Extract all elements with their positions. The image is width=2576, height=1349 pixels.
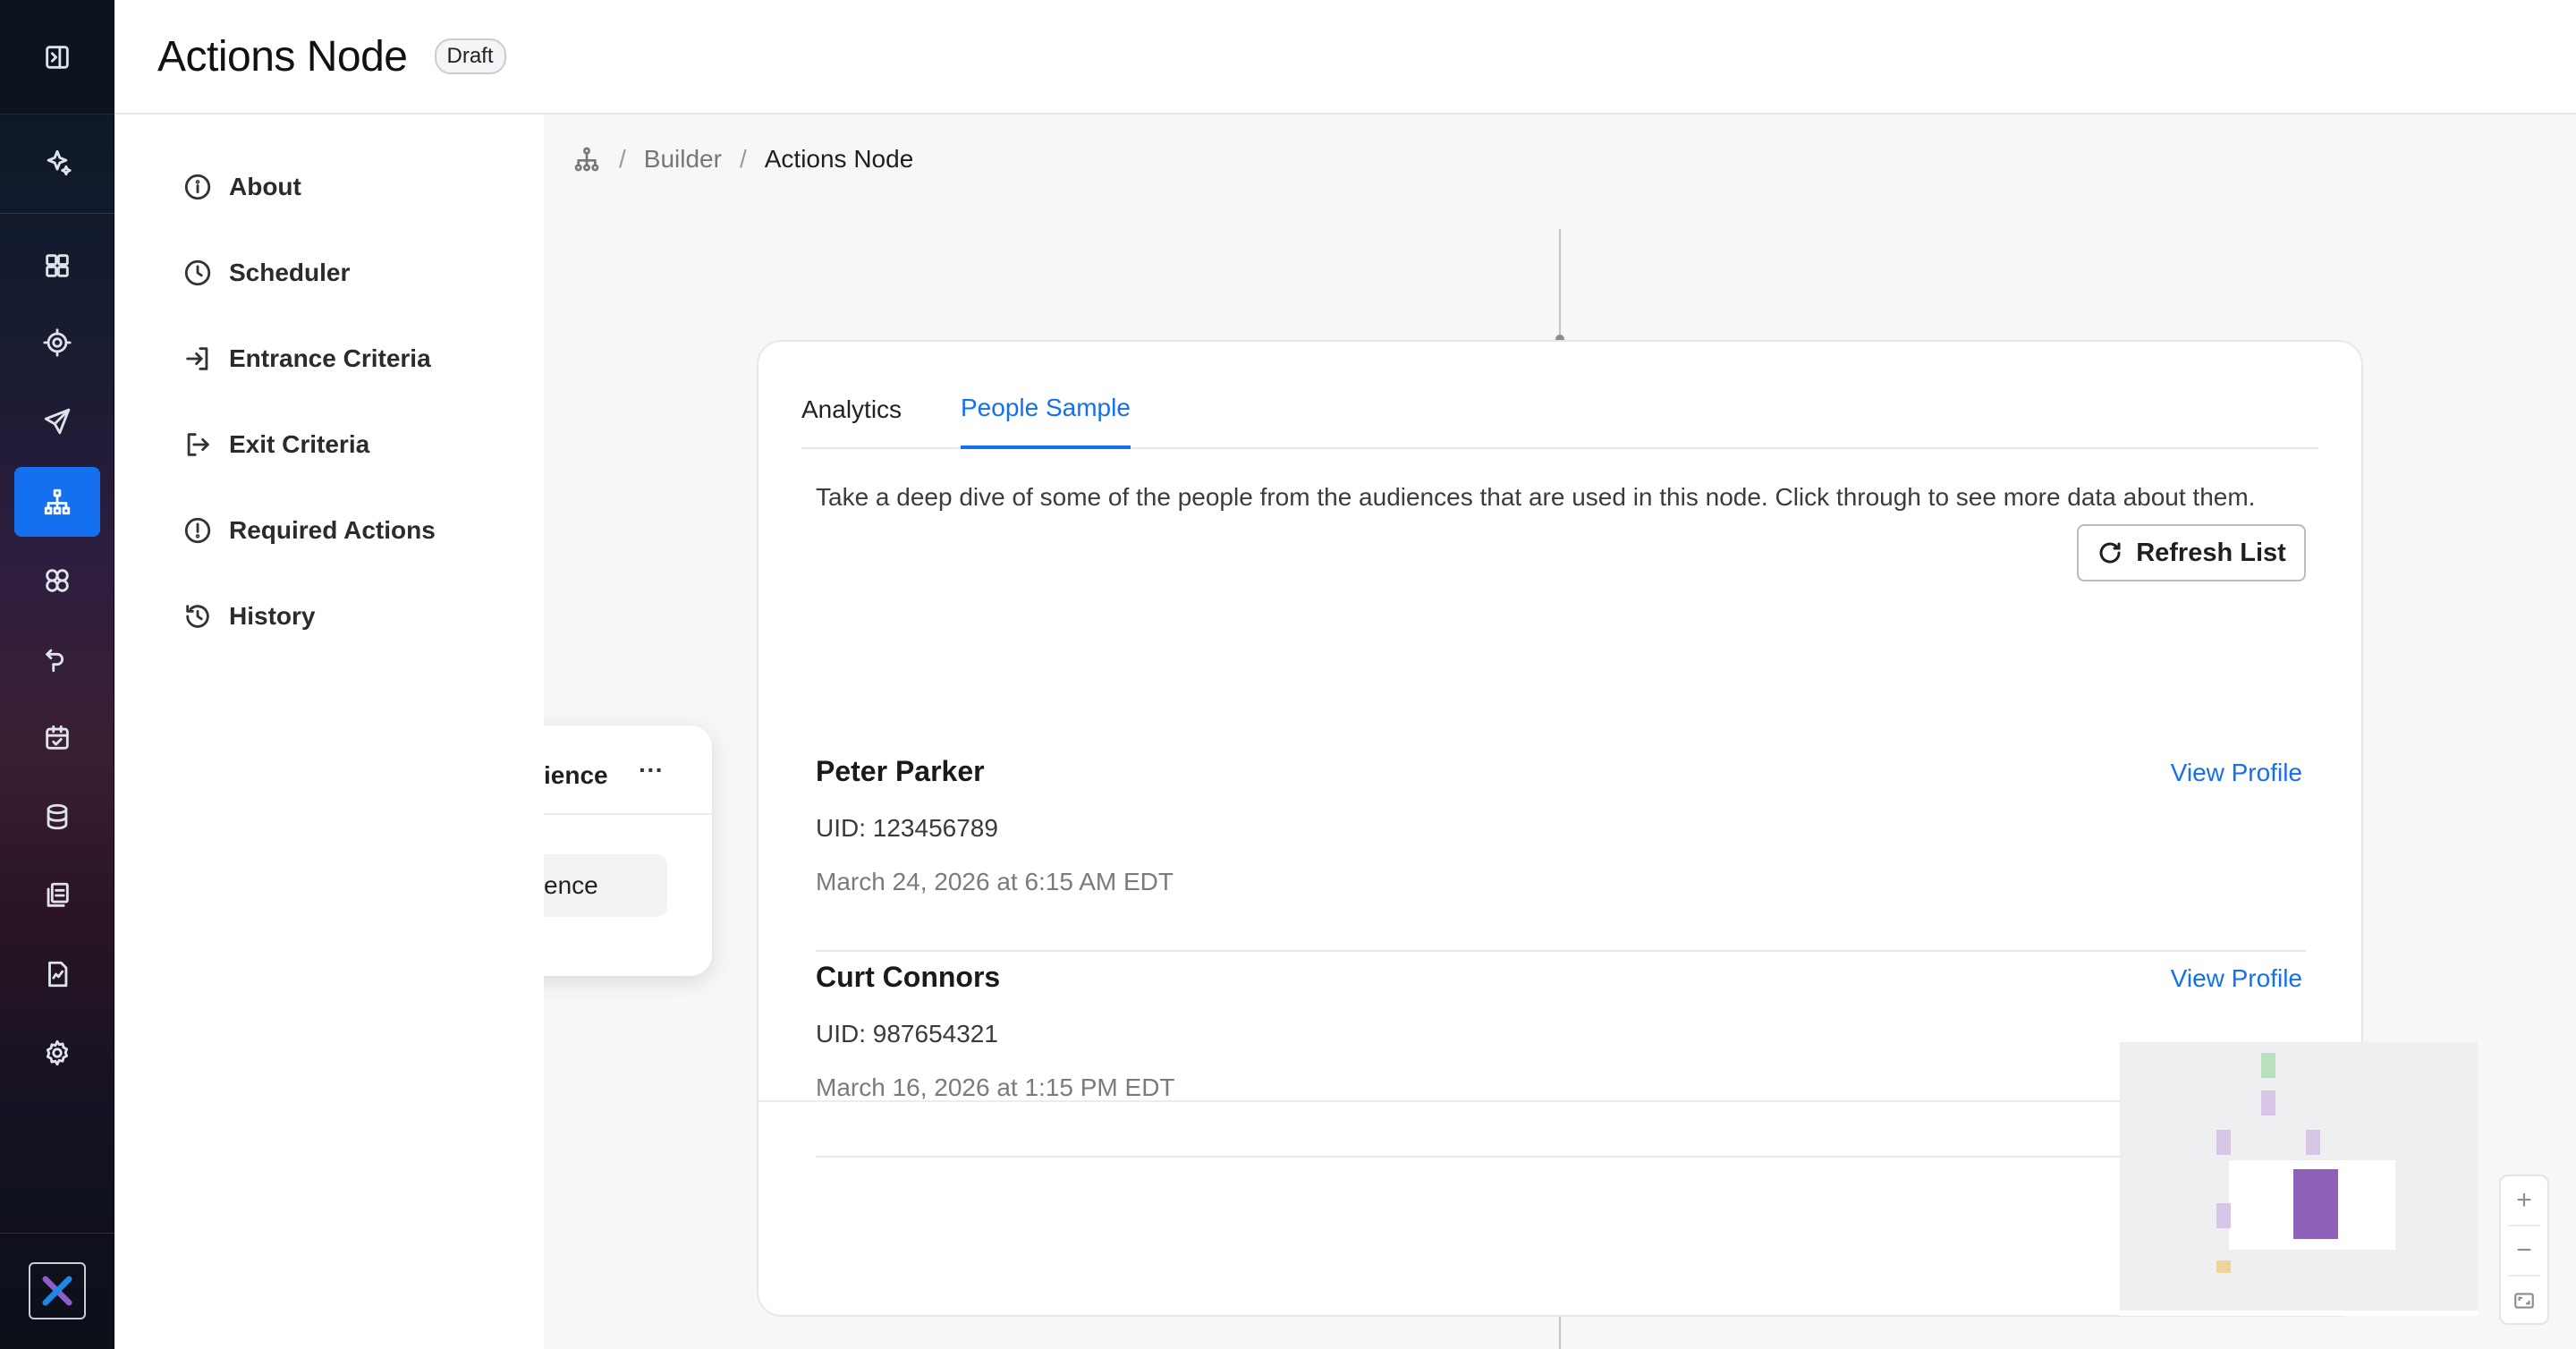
hierarchy-icon[interactable]: [572, 145, 601, 174]
person-uid: UID: 987654321: [816, 1020, 998, 1048]
minimap-node: [2261, 1090, 2275, 1116]
person-row: Curt Connors UID: 987654321 March 16, 20…: [816, 952, 2306, 1158]
panel-tabs: Analytics People Sample: [801, 370, 2318, 449]
sparkle-ai-icon[interactable]: [14, 128, 100, 198]
refresh-list-button[interactable]: Refresh List: [2077, 524, 2306, 581]
database-icon[interactable]: [14, 782, 100, 852]
nav-item-entrance-criteria[interactable]: Entrance Criteria: [182, 336, 431, 381]
zoom-controls: + −: [2499, 1175, 2549, 1325]
node-card-divider: [544, 813, 712, 815]
journey-icon[interactable]: [14, 624, 100, 694]
breadcrumb-separator: /: [619, 145, 626, 173]
nav-item-label: Exit Criteria: [229, 430, 370, 458]
zoom-in-button[interactable]: +: [2501, 1176, 2547, 1225]
minimap-node: [2216, 1260, 2231, 1273]
more-options-icon[interactable]: ···: [639, 756, 664, 785]
clock-icon: [184, 259, 211, 286]
person-name: Peter Parker: [816, 755, 985, 787]
page-header: Actions Node Draft: [114, 0, 2576, 115]
target-icon[interactable]: [14, 308, 100, 378]
node-sections-nav: About Scheduler Entrance Criteria Exit C…: [114, 115, 544, 1349]
nav-item-label: History: [229, 602, 316, 630]
view-profile-link[interactable]: View Profile: [2171, 964, 2302, 993]
people-sample-description: Take a deep dive of some of the people f…: [816, 483, 2256, 511]
flow-builder-icon[interactable]: [14, 467, 100, 537]
zoom-out-button[interactable]: −: [2501, 1226, 2547, 1275]
left-rail: [0, 0, 114, 1349]
audiences-icon[interactable]: [14, 546, 100, 615]
minimap-node: [2216, 1130, 2231, 1155]
report-icon[interactable]: [14, 939, 100, 1009]
refresh-list-label: Refresh List: [2136, 538, 2286, 567]
nav-item-label: Required Actions: [229, 516, 436, 544]
canvas-minimap[interactable]: [2120, 1042, 2478, 1311]
node-card-audience-pill[interactable]: ence: [544, 854, 667, 917]
calendar-icon[interactable]: [14, 703, 100, 773]
send-icon[interactable]: [14, 386, 100, 456]
status-badge: Draft: [434, 38, 506, 74]
rail-top: [0, 0, 114, 115]
dashboard-grid-icon[interactable]: [14, 231, 100, 301]
view-profile-link[interactable]: View Profile: [2171, 759, 2302, 787]
fit-view-button[interactable]: [2501, 1277, 2547, 1325]
nav-item-label: Scheduler: [229, 259, 351, 286]
nav-item-label: About: [229, 173, 301, 200]
minimap-node: [2306, 1130, 2320, 1155]
nav-item-required-actions[interactable]: Required Actions: [182, 508, 436, 553]
person-uid: UID: 123456789: [816, 814, 998, 842]
nav-item-exit-criteria[interactable]: Exit Criteria: [182, 422, 369, 467]
person-date: March 24, 2026 at 6:15 AM EDT: [816, 868, 1174, 895]
breadcrumb-current: Actions Node: [764, 145, 914, 173]
audience-node-card[interactable]: ience ··· ence: [544, 725, 712, 976]
rail-divider: [0, 213, 114, 214]
rail-divider-bottom: [0, 1233, 114, 1234]
expand-sidebar-icon[interactable]: [14, 22, 100, 92]
nav-item-scheduler[interactable]: Scheduler: [182, 250, 350, 295]
tab-people-sample[interactable]: People Sample: [961, 370, 1131, 449]
node-card-title: ience: [544, 761, 608, 789]
refresh-icon: [2099, 542, 2121, 564]
person-name: Curt Connors: [816, 961, 1001, 993]
breadcrumb-separator: /: [739, 145, 747, 173]
flow-canvas[interactable]: / Builder / Actions Node ience ··· ence …: [544, 115, 2576, 1349]
breadcrumb-builder[interactable]: Builder: [644, 145, 722, 174]
tab-analytics[interactable]: Analytics: [801, 370, 902, 449]
minimap-current-node: [2293, 1169, 2338, 1239]
settings-gear-icon[interactable]: [14, 1018, 100, 1088]
minimap-node: [2216, 1203, 2231, 1228]
library-icon[interactable]: [14, 861, 100, 930]
history-icon: [186, 605, 209, 628]
node-card-pill-label: ence: [544, 871, 598, 899]
person-row: Peter Parker UID: 123456789 March 24, 20…: [816, 746, 2306, 952]
sign-out-icon: [187, 433, 209, 456]
alert-circle-icon: [184, 517, 211, 544]
brand-logo[interactable]: [29, 1262, 86, 1319]
info-icon: [184, 174, 211, 200]
minimap-node: [2261, 1053, 2275, 1078]
nav-item-label: Entrance Criteria: [229, 344, 431, 372]
sign-in-icon: [186, 347, 208, 370]
app-root: Actions Node Draft About Scheduler Entra…: [0, 0, 2576, 1349]
nav-item-history[interactable]: History: [182, 594, 315, 639]
nav-item-about[interactable]: About: [182, 165, 301, 209]
breadcrumb: / Builder / Actions Node: [572, 145, 913, 174]
fit-view-icon: [2514, 1293, 2534, 1309]
minimap-footer: [2120, 1311, 2478, 1316]
page-title: Actions Node: [157, 32, 408, 81]
person-date: March 16, 2026 at 1:15 PM EDT: [816, 1073, 1175, 1101]
